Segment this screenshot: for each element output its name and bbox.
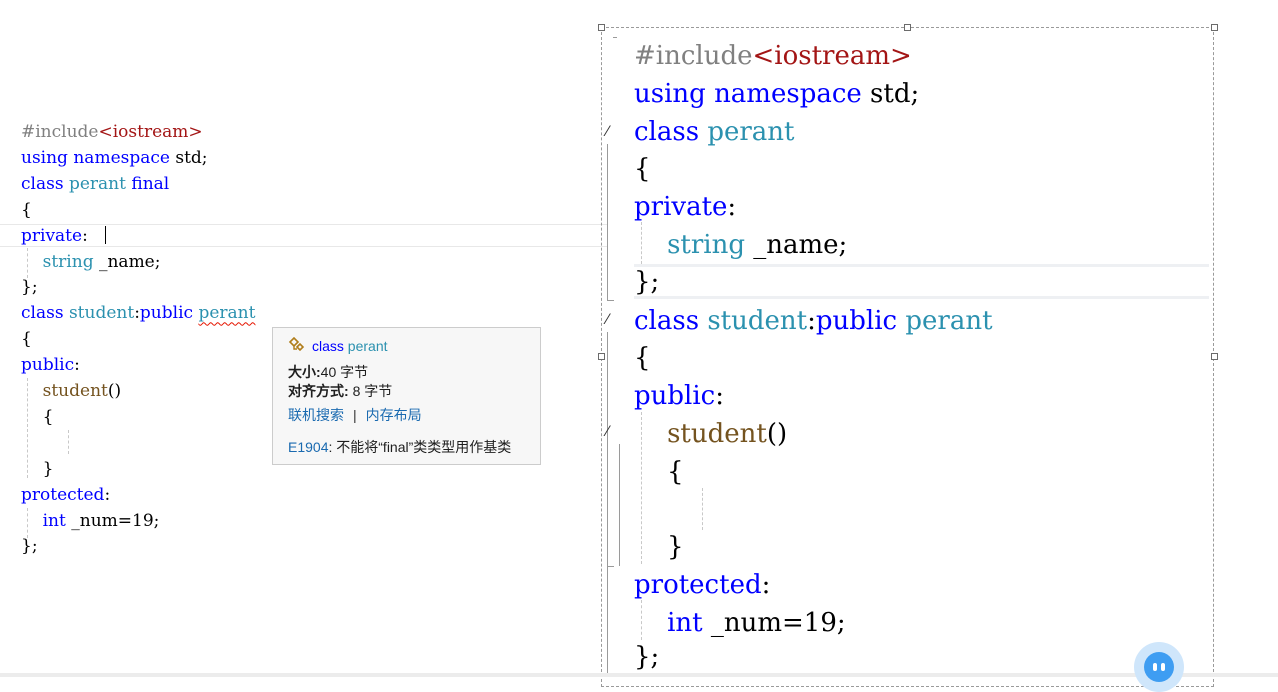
- code-token: };: [21, 536, 38, 557]
- code-token: :: [74, 355, 80, 376]
- code-token: _name;: [93, 251, 161, 272]
- error-squiggle-token: perant: [198, 303, 256, 324]
- code-token: class: [21, 173, 64, 194]
- align-label: 对齐方式:: [288, 383, 349, 399]
- left-code-line[interactable]: protected:: [21, 485, 110, 505]
- text-caret: [105, 226, 106, 244]
- left-code-line[interactable]: using namespace std;: [21, 148, 208, 168]
- resize-handle[interactable]: [598, 353, 605, 360]
- left-code-line[interactable]: };: [21, 536, 38, 556]
- code-token: {: [21, 329, 32, 350]
- left-code-line[interactable]: {: [21, 329, 32, 349]
- indent-guide: [68, 430, 69, 454]
- code-token: int: [42, 510, 66, 531]
- code-token: perant: [68, 173, 126, 194]
- left-code-line[interactable]: {: [21, 406, 54, 427]
- resize-handle[interactable]: [904, 24, 911, 31]
- size-label: 大小:: [288, 364, 321, 380]
- code-token: :: [82, 225, 88, 246]
- align-value: 8 字节: [352, 383, 393, 399]
- left-code-line[interactable]: public:: [21, 355, 80, 375]
- error-code-link[interactable]: E1904: [288, 439, 328, 455]
- left-code-line[interactable]: string _name;: [21, 251, 161, 272]
- link-separator: |: [353, 407, 357, 423]
- assistant-face: [1144, 652, 1174, 682]
- code-token: std;: [169, 147, 208, 168]
- code-token: #include: [21, 122, 99, 142]
- code-token: private: [21, 225, 83, 246]
- code-token: _num=19;: [65, 510, 160, 531]
- error-message: : 不能将“final”类类型用作基类: [328, 439, 512, 455]
- left-code-line[interactable]: private:: [21, 226, 88, 246]
- assistant-eye: [1161, 663, 1165, 671]
- code-token: {: [21, 406, 54, 427]
- quick-info-tooltip: class perant 大小:40 字节 对齐方式: 8 字节 联机搜索 | 内存…: [272, 327, 541, 465]
- code-token: (): [107, 381, 122, 401]
- left-code-line[interactable]: int _num=19;: [21, 510, 160, 531]
- resize-handle[interactable]: [1211, 24, 1218, 31]
- left-code-line[interactable]: }: [21, 458, 54, 479]
- code-token: public: [21, 355, 75, 376]
- resize-handle[interactable]: [1211, 353, 1218, 360]
- memory-layout-link[interactable]: 内存布局: [366, 407, 422, 423]
- horizontal-scrollbar[interactable]: [0, 673, 1278, 677]
- code-token: };: [21, 277, 38, 298]
- code-token: namespace: [73, 147, 170, 168]
- class-icon: [288, 336, 308, 357]
- code-token: {: [21, 199, 32, 220]
- current-line-highlight: [0, 224, 607, 247]
- left-code-line[interactable]: };: [21, 277, 38, 297]
- code-token: student: [42, 381, 108, 401]
- left-code-line[interactable]: class perant final: [21, 174, 169, 194]
- code-token: class: [21, 303, 64, 324]
- online-search-link[interactable]: 联机搜索: [288, 407, 344, 423]
- left-code-line[interactable]: #include<iostream>: [21, 122, 203, 142]
- left-code-line[interactable]: {: [21, 200, 32, 220]
- code-token: :: [104, 484, 111, 505]
- size-value: 40 字节: [320, 364, 369, 380]
- assistant-bot-icon[interactable]: [1134, 642, 1184, 692]
- code-token: public: [139, 303, 194, 324]
- code-token: using: [21, 147, 68, 168]
- image-selection-frame: [601, 27, 1214, 687]
- left-code-line[interactable]: student(): [21, 381, 122, 401]
- code-token: protected: [21, 484, 105, 505]
- tooltip-keyword: class: [312, 338, 344, 354]
- resize-handle[interactable]: [598, 24, 605, 31]
- tooltip-class-name: perant: [347, 338, 388, 354]
- code-token: string: [42, 251, 94, 272]
- assistant-eye: [1153, 663, 1157, 671]
- code-token: }: [21, 458, 54, 479]
- code-token: student: [68, 303, 135, 324]
- code-token: <iostream>: [98, 122, 203, 142]
- code-token: final: [131, 173, 170, 194]
- left-code-line[interactable]: class student:public perant: [21, 303, 255, 323]
